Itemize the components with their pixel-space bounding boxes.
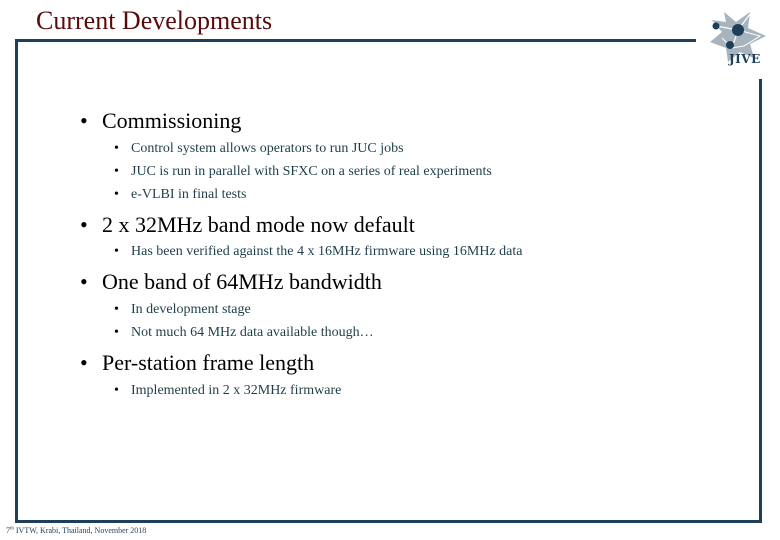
sub-bullet: • Not much 64 MHz data available though… [114,324,374,342]
frame-top-border [15,39,696,42]
bullet-icon: • [114,302,119,317]
logo-node-large [732,24,744,36]
sub-bullet: • Control system allows operators to run … [114,140,404,158]
bullet-icon: • [80,212,88,237]
frame-left-border [15,39,18,523]
sub-bullet-text: Implemented in 2 x 32MHz firmware [131,383,342,398]
bullet-icon: • [114,244,119,259]
sub-bullet: • In development stage [114,301,251,319]
sub-bullet-text: In development stage [131,302,251,317]
heading-text: One band of 64MHz bandwidth [102,269,382,294]
sub-bullet: • Implemented in 2 x 32MHz firmware [114,382,341,400]
section-heading: • Per-station frame length [80,350,314,376]
logo-node-medium [726,41,734,49]
sub-bullet-text: Has been verified against the 4 x 16MHz … [131,244,523,259]
bullet-icon: • [114,325,119,340]
section-heading: • One band of 64MHz bandwidth [80,269,382,295]
section-heading: • Commissioning [80,108,241,134]
bullet-icon: • [114,187,119,202]
sub-bullet-text: Not much 64 MHz data available though… [131,325,374,340]
sub-bullet: • Has been verified against the 4 x 16MHz… [114,243,523,261]
sub-bullet-text: JUC is run in parallel with SFXC on a se… [131,164,492,179]
section-heading: • 2 x 32MHz band mode now default [80,212,415,238]
footer-text: IVTW, Krabi, Thailand, November 2018 [13,526,147,535]
bullet-icon: • [114,383,119,398]
bullet-icon: • [80,108,88,133]
sub-bullet: • JUC is run in parallel with SFXC on a s… [114,163,492,181]
heading-text: Commissioning [102,108,242,133]
bullet-icon: • [114,141,119,156]
logo-node-small [712,22,720,30]
heading-text: Per-station frame length [102,350,315,375]
bullet-icon: • [114,164,119,179]
logo-text: JIVE [729,52,761,66]
sub-bullet: • e-VLBI in final tests [114,186,246,204]
sub-bullet-text: Control system allows operators to run J… [131,141,404,156]
frame-bottom-border [15,520,762,523]
slide-footer: 7th IVTW, Krabi, Thailand, November 2018 [6,526,146,535]
sub-bullet-text: e-VLBI in final tests [131,187,247,202]
frame-right-border [759,79,762,523]
bullet-icon: • [80,350,88,375]
slide-title: Current Developments [36,6,273,35]
heading-text: 2 x 32MHz band mode now default [102,212,415,237]
bullet-icon: • [80,269,88,294]
